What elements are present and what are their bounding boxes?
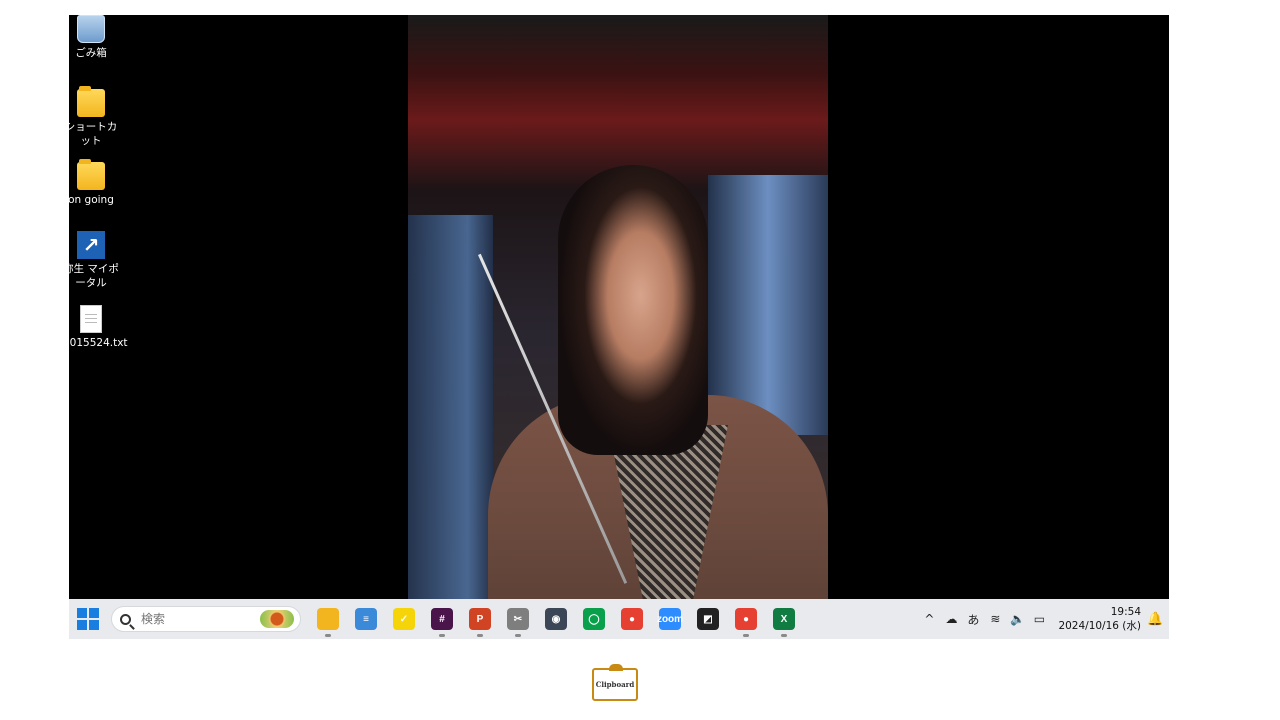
windows-logo-pane bbox=[89, 608, 99, 618]
desktop-icon-label: 弥生 マイポータル bbox=[69, 263, 119, 289]
running-indicator bbox=[515, 634, 521, 637]
taskbar-app-chrome[interactable]: ● bbox=[613, 599, 651, 639]
taskbar-app-todo[interactable]: ✓ bbox=[385, 599, 423, 639]
taskbar-app-sticky-notes[interactable]: ◩ bbox=[689, 599, 727, 639]
camera-icon: ◉ bbox=[545, 608, 567, 630]
todo-icon: ✓ bbox=[393, 608, 415, 630]
recycle-bin-icon bbox=[77, 15, 105, 43]
ime-mode-indicator[interactable]: あ bbox=[962, 611, 984, 628]
onedrive-icon[interactable]: ☁ bbox=[940, 612, 962, 626]
clock-date: 2024/10/16 (水) bbox=[1058, 620, 1141, 632]
desktop-icon-label: ショートカット bbox=[69, 121, 118, 147]
desktop-icon-label: on going bbox=[69, 194, 114, 206]
snipping-tool-icon: ✂ bbox=[507, 608, 529, 630]
powerpoint-icon: P bbox=[469, 608, 491, 630]
excel-icon: X bbox=[773, 608, 795, 630]
sticky-notes-icon: ◩ bbox=[697, 608, 719, 630]
taskbar-app-line[interactable]: ◯ bbox=[575, 599, 613, 639]
desktop-icon-on-going-folder[interactable]: on going bbox=[69, 159, 119, 207]
system-tray: ^ ☁ あ ≋ 🔈 ▭ 19:54 2024/10/16 (水) 🔔 bbox=[918, 599, 1169, 639]
taskbar-app-powerpoint[interactable]: P bbox=[461, 599, 499, 639]
taskbar-app-snipping-tool[interactable]: ✂ bbox=[499, 599, 537, 639]
taskbar-apps: ≡ ✓ # P ✂ ◉ ◯ ● zoom ◩ ● X bbox=[309, 599, 803, 639]
search-input[interactable] bbox=[141, 612, 241, 626]
running-indicator bbox=[325, 634, 331, 637]
start-button[interactable] bbox=[77, 608, 99, 630]
taskbar-app-notepad[interactable]: ≡ bbox=[347, 599, 385, 639]
running-indicator bbox=[743, 634, 749, 637]
notification-bell-icon[interactable]: 🔔 bbox=[1147, 612, 1165, 627]
desktop-icon-shortcut-folder[interactable]: ショートカット bbox=[69, 86, 119, 148]
running-indicator bbox=[439, 634, 445, 637]
running-indicator bbox=[781, 634, 787, 637]
taskbar-app-zoom[interactable]: zoom bbox=[651, 599, 689, 639]
chrome-icon: ● bbox=[621, 608, 643, 630]
wallpaper-window-left bbox=[408, 215, 493, 599]
clock-time: 19:54 bbox=[1110, 606, 1141, 618]
desktop-icon-yayoi-portal[interactable]: ↗ 弥生 マイポータル bbox=[69, 231, 119, 290]
clipboard-logo: Clipboard bbox=[592, 664, 638, 701]
desktop-icon-label: ごみ箱 bbox=[75, 47, 107, 59]
desktop-screen: ごみ箱 ショートカット on going ↗ 弥生 マイポータル 6015524… bbox=[69, 15, 1169, 639]
desktop-icon-recycle-bin[interactable]: ごみ箱 bbox=[69, 15, 119, 60]
battery-icon[interactable]: ▭ bbox=[1028, 612, 1050, 626]
taskbar-app-file-explorer[interactable] bbox=[309, 599, 347, 639]
search-highlight-icon bbox=[260, 610, 294, 628]
taskbar-app-excel[interactable]: X bbox=[765, 599, 803, 639]
search-icon bbox=[120, 613, 131, 625]
folder-icon bbox=[77, 86, 105, 117]
windows-logo-pane bbox=[77, 620, 87, 630]
wifi-icon[interactable]: ≋ bbox=[984, 612, 1006, 626]
slack-icon: # bbox=[431, 608, 453, 630]
text-file-icon bbox=[80, 305, 102, 333]
file-explorer-icon bbox=[317, 608, 339, 630]
show-hidden-icons-chevron-icon[interactable]: ^ bbox=[918, 612, 940, 626]
desktop-icon-label: 6015524.txt bbox=[69, 337, 128, 349]
volume-icon[interactable]: 🔈 bbox=[1006, 612, 1028, 626]
notepad-icon: ≡ bbox=[355, 608, 377, 630]
taskbar-clock[interactable]: 19:54 2024/10/16 (水) bbox=[1058, 605, 1141, 633]
taskbar-app-camera[interactable]: ◉ bbox=[537, 599, 575, 639]
desktop-icon-text-file[interactable]: 6015524.txt bbox=[69, 305, 128, 350]
taskbar: ≡ ✓ # P ✂ ◉ ◯ ● zoom ◩ ● X ^ ☁ あ ≋ 🔈 ▭ 19:54 2024/1… bbox=[69, 599, 1169, 639]
line-icon: ◯ bbox=[583, 608, 605, 630]
taskbar-search-box[interactable] bbox=[111, 606, 301, 632]
windows-logo-pane bbox=[89, 620, 99, 630]
running-indicator bbox=[477, 634, 483, 637]
folder-icon bbox=[77, 159, 105, 190]
taskbar-app-slack[interactable]: # bbox=[423, 599, 461, 639]
windows-logo-pane bbox=[77, 608, 87, 618]
shortcut-arrow-icon: ↗ bbox=[77, 231, 105, 259]
taskbar-app-chrome-2[interactable]: ● bbox=[727, 599, 765, 639]
chrome-2-icon: ● bbox=[735, 608, 757, 630]
wallpaper-figure-head bbox=[558, 165, 708, 455]
wallpaper-image bbox=[408, 15, 828, 599]
zoom-icon: zoom bbox=[657, 608, 683, 630]
clipboard-logo-text: Clipboard bbox=[595, 680, 635, 689]
